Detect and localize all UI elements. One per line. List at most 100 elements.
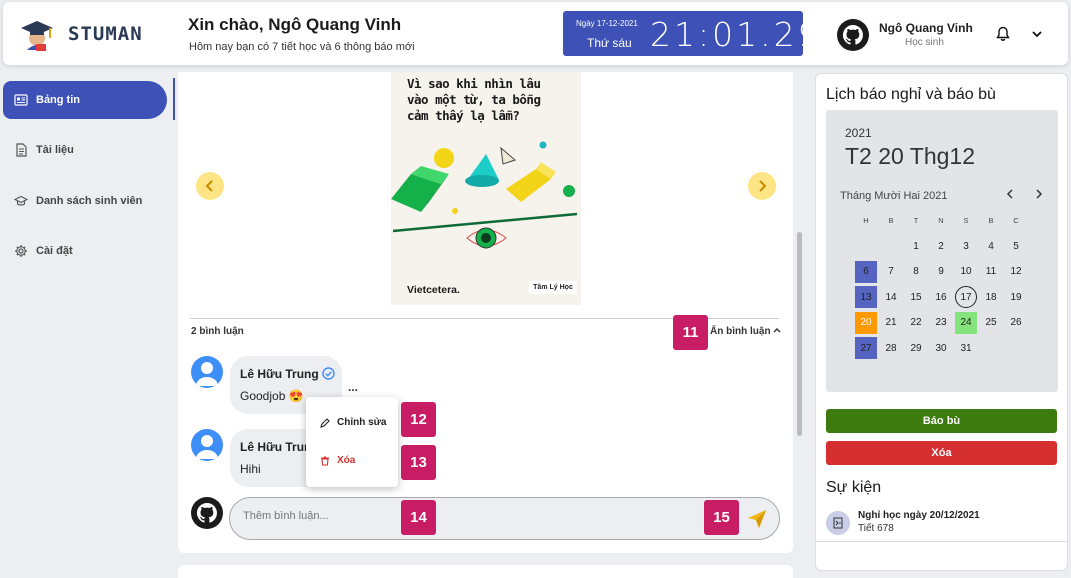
marker-14: 14 — [401, 500, 436, 535]
divider — [816, 541, 1067, 542]
menu-item-delete[interactable]: Xóa — [320, 455, 355, 466]
calendar-day[interactable]: 18 — [980, 286, 1002, 308]
comment-input-wrapper — [229, 497, 780, 540]
post-image[interactable]: Vì sao khi nhìn lâu vào một từ, ta bỗng … — [391, 72, 581, 305]
calendar-day[interactable]: 29 — [905, 337, 927, 359]
calendar-day[interactable]: 16 — [930, 286, 952, 308]
calendar-day[interactable]: 1 — [905, 235, 927, 257]
calendar-day[interactable]: 20 — [855, 311, 877, 334]
calendar-day[interactable]: 14 — [880, 286, 902, 308]
calendar-day[interactable]: 27 — [855, 337, 877, 359]
calendar-day[interactable]: 12 — [1005, 261, 1027, 283]
calendar-day[interactable]: 3 — [955, 235, 977, 257]
bao-bu-button[interactable]: Báo bù — [826, 409, 1057, 433]
post-image-brand: Vietcetera. — [407, 284, 460, 296]
calendar-day[interactable]: 10 — [955, 261, 977, 283]
comment-avatar — [191, 429, 223, 461]
user-name: Ngô Quang Vinh — [879, 21, 973, 35]
calendar-day[interactable]: 19 — [1005, 286, 1027, 308]
graduation-logo-icon — [21, 21, 53, 51]
calendar-day[interactable]: 5 — [1005, 235, 1027, 257]
chevron-up-icon — [773, 328, 781, 333]
marker-11: 11 — [673, 315, 708, 350]
user-role: Học sinh — [905, 37, 944, 48]
sidebar-active-indicator — [173, 78, 175, 120]
comment-text: Hihi — [240, 462, 261, 476]
calendar-month-label[interactable]: Tháng Mười Hai 2021 — [840, 190, 948, 202]
comment-author-name: Lê Hữu Trung — [240, 367, 319, 381]
calendar-day[interactable]: 2 — [930, 235, 952, 257]
calendar-day[interactable]: 17 — [955, 286, 977, 308]
calendar-day[interactable]: 7 — [880, 261, 902, 283]
sidebar-item-label: Cài đặt — [36, 245, 73, 257]
post-image-caption: Vì sao khi nhìn lâu vào một từ, ta bỗng … — [407, 76, 541, 123]
calendar-day[interactable]: 21 — [880, 312, 902, 334]
hide-comments-link[interactable]: Ẩn bình luận — [710, 326, 781, 337]
chevron-left-icon — [205, 180, 213, 192]
event-icon — [826, 511, 850, 535]
clock-time: 21:01.29 — [650, 15, 822, 54]
calendar-day[interactable]: 24 — [955, 311, 977, 334]
calendar-weekday-header: B — [888, 216, 894, 225]
sidebar-item-cai-dat[interactable]: Cài đặt — [3, 232, 167, 270]
brand-name: STUMAN — [68, 23, 143, 45]
chevron-right-icon — [759, 180, 767, 192]
send-icon[interactable] — [747, 509, 767, 529]
calendar: 2021 T2 20 Thg12 Tháng Mười Hai 2021 HBT… — [826, 110, 1058, 392]
user-silhouette-icon — [196, 435, 218, 459]
carousel-next-button[interactable] — [748, 172, 776, 200]
menu-item-edit[interactable]: Chỉnh sửa — [320, 417, 386, 428]
right-panel: Lịch báo nghỉ và báo bù 2021 T2 20 Thg12… — [815, 73, 1068, 571]
top-header: STUMAN Xin chào, Ngô Quang Vinh Hôm nay … — [3, 2, 1068, 65]
comment-more-button[interactable]: ... — [348, 380, 358, 394]
carousel-prev-button[interactable] — [196, 172, 224, 200]
calendar-day[interactable]: 15 — [905, 286, 927, 308]
calendar-weekday-header: S — [963, 216, 969, 225]
events-title: Sự kiện — [826, 479, 882, 496]
calendar-next-month-icon[interactable] — [1033, 188, 1045, 200]
panel-title: Lịch báo nghỉ và báo bù — [826, 86, 996, 103]
gear-icon — [15, 245, 27, 257]
menu-item-delete-label: Xóa — [337, 455, 356, 466]
calendar-day[interactable]: 9 — [930, 261, 952, 283]
hide-comments-label: Ẩn bình luận — [710, 326, 771, 337]
bell-icon[interactable] — [995, 26, 1011, 42]
comment-input[interactable] — [243, 510, 643, 522]
calendar-day[interactable]: 31 — [955, 337, 977, 359]
scrollbar-thumb[interactable] — [797, 232, 802, 436]
calendar-day[interactable]: 25 — [980, 312, 1002, 334]
calendar-day[interactable]: 28 — [880, 337, 902, 359]
calendar-weekday-header: B — [988, 216, 994, 225]
calendar-day[interactable]: 6 — [855, 260, 877, 283]
calendar-day[interactable]: 13 — [855, 286, 877, 308]
user-avatar[interactable] — [837, 19, 869, 51]
calendar-day[interactable]: 26 — [1005, 312, 1027, 334]
sidebar-item-label: Danh sách sinh viên — [36, 195, 143, 207]
calendar-prev-month-icon[interactable] — [1004, 188, 1016, 200]
calendar-day[interactable]: 30 — [930, 337, 952, 359]
door-exit-icon — [833, 517, 843, 529]
sidebar-item-danh-sach-sinh-vien[interactable]: Danh sách sinh viên — [3, 182, 167, 220]
calendar-day[interactable]: 8 — [905, 261, 927, 283]
calendar-day[interactable]: 4 — [980, 235, 1002, 257]
calendar-day[interactable]: 23 — [930, 312, 952, 334]
clock-day: Thứ sáu — [587, 36, 632, 50]
comment-text: Goodjob 😍 — [240, 389, 304, 403]
sidebar-item-bang-tin[interactable]: Bảng tin — [3, 81, 167, 119]
calendar-day[interactable]: 11 — [980, 261, 1002, 283]
calendar-selected-date: T2 20 Thg12 — [845, 143, 976, 169]
event-name[interactable]: Nghỉ học ngày 20/12/2021 — [858, 510, 980, 521]
verified-icon — [322, 367, 335, 380]
greeting-title: Xin chào, Ngô Quang Vinh — [188, 15, 402, 34]
comment-context-menu: Chỉnh sửa Xóa — [306, 397, 398, 487]
event-subtitle: Tiết 678 — [858, 523, 894, 534]
delete-button[interactable]: Xóa — [826, 441, 1057, 465]
newspaper-icon — [14, 94, 28, 106]
sidebar-item-tai-lieu[interactable]: Tài liệu — [3, 131, 167, 169]
calendar-day[interactable]: 22 — [905, 312, 927, 334]
clock-widget: Ngày 17-12-2021 Thứ sáu 21:01.29 — [563, 11, 819, 56]
greeting-subtitle: Hôm nay bạn có 7 tiết học và 6 thông báo… — [189, 41, 415, 53]
calendar-weekday-header: T — [913, 216, 919, 225]
chevron-down-icon[interactable] — [1030, 27, 1044, 41]
comment-author: Lê Hữu Trung — [240, 367, 335, 381]
